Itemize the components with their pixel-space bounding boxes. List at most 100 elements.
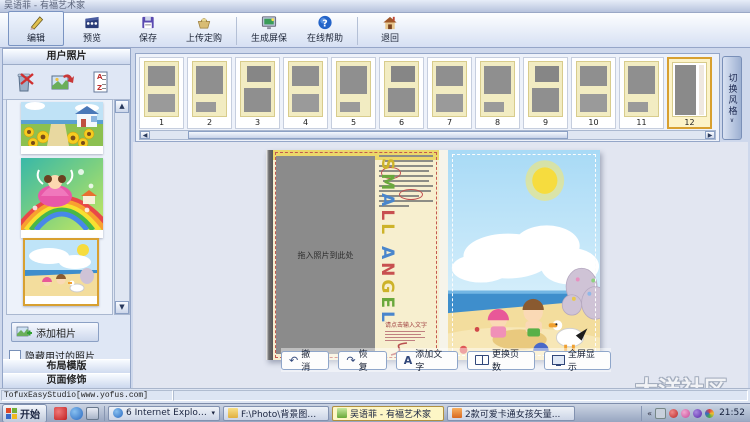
redo-button[interactable]: ↷ 恢 复	[338, 351, 386, 370]
exit-button[interactable]: 退回	[362, 11, 418, 46]
scrollbar-thumb[interactable]	[188, 131, 568, 139]
page-thumb-8[interactable]: 8	[475, 57, 520, 129]
page-preview	[576, 61, 611, 117]
yofus-app-icon	[337, 408, 347, 418]
pages-thumbnails: 123456789101112	[139, 57, 716, 129]
chevron-down-icon: ▾	[211, 409, 215, 417]
photo-list-scrollbar[interactable]: ▲ ▼	[114, 99, 130, 315]
photo-margin	[21, 230, 103, 238]
photo-margin	[25, 296, 97, 304]
screensaver-button[interactable]: 生成屏保	[241, 11, 297, 46]
status-bar: TofuxEasyStudio[www.yofus.com]	[0, 388, 750, 403]
rainbow-fairy-image	[21, 158, 103, 230]
edit-button[interactable]: 编辑	[8, 11, 64, 46]
delete-photo-icon[interactable]	[11, 70, 37, 94]
page-thumb-1[interactable]: 1	[139, 57, 184, 129]
page-number: 3	[255, 118, 260, 127]
undo-button[interactable]: ↶ 撤 消	[281, 351, 329, 370]
undo-icon: ↶	[289, 355, 298, 366]
page-thumb-7[interactable]: 7	[427, 57, 472, 129]
ie-icon	[113, 408, 123, 418]
help-globe-icon: ?	[316, 14, 334, 31]
toolbar-separator	[357, 17, 358, 45]
add-photo-button[interactable]: 添加相片	[11, 322, 99, 342]
page-thumb-3[interactable]: 3	[235, 57, 280, 129]
album-spine	[266, 150, 273, 360]
page-preview	[384, 61, 419, 117]
page-thumb-9[interactable]: 9	[523, 57, 568, 129]
tray-printer-icon[interactable]	[655, 408, 666, 419]
page-thumb-2[interactable]: 2	[187, 57, 232, 129]
fullscreen-button[interactable]: 全屏显示	[544, 351, 611, 370]
fullscreen-icon	[552, 355, 565, 365]
start-button[interactable]: 开始	[2, 404, 47, 422]
photo-thumb-rainbow-fairy[interactable]	[21, 158, 103, 238]
page-number: 11	[636, 118, 646, 127]
page-number: 4	[303, 118, 308, 127]
online-help-button[interactable]: ? 在线帮助	[297, 11, 353, 46]
taskbar-yofus-button[interactable]: 吴语菲 - 有福艺术家	[332, 406, 444, 421]
beach-scene-image	[448, 150, 600, 360]
ie-icon[interactable]	[70, 407, 83, 420]
album-right-page[interactable]	[448, 150, 600, 360]
status-text: TofuxEasyStudio[www.yofus.com]	[1, 390, 173, 401]
sort-photos-icon[interactable]: AZ	[87, 70, 113, 94]
beach-kids-image	[25, 240, 97, 296]
status-spacer	[173, 390, 748, 401]
tray-purple-icon[interactable]	[693, 409, 702, 418]
taskbar-vector-girls-button[interactable]: 2款可爱卡通女孩矢量...	[447, 406, 575, 421]
page-thumb-5[interactable]: 5	[331, 57, 376, 129]
show-desktop-icon[interactable]	[86, 407, 99, 420]
tray-color-icon[interactable]	[705, 409, 714, 418]
preview-button[interactable]: 预览	[64, 11, 120, 46]
save-button[interactable]: 保存	[120, 11, 176, 46]
redo-icon: ↷	[346, 355, 355, 366]
tray-red-icon[interactable]	[669, 409, 678, 418]
page-decorate-bar[interactable]: 页面修饰	[3, 373, 130, 389]
tray-chevron-icon[interactable]: «	[647, 409, 652, 418]
user-photos-header: 用户照片	[3, 49, 130, 65]
change-pages-button[interactable]: 更换页数	[467, 351, 535, 370]
switch-style-handle[interactable]: 切换风格 ∨	[722, 56, 742, 140]
scroll-down-button[interactable]: ▼	[115, 301, 129, 314]
desktop-screen: 吴语菲 - 有福艺术家 编辑 预览 保存 上传定购 生成屏保 ? 在线帮助	[0, 0, 750, 422]
user-photos-panel: 用户照片 AZ	[2, 48, 131, 388]
page-preview	[192, 61, 227, 117]
floppy-icon	[139, 14, 157, 31]
qq-icon[interactable]	[54, 407, 67, 420]
album-left-page[interactable]: 拖入照片到此处 SMALL ANGEL 请点击输入文字	[273, 150, 439, 360]
page-preview	[288, 61, 323, 117]
taskbar-ie-group-button[interactable]: 6 Internet Explorer ▾	[108, 406, 220, 421]
pages-scrollbar[interactable]: ◀ ▶	[139, 130, 716, 140]
page-number: 9	[543, 118, 548, 127]
page-number: 5	[351, 118, 356, 127]
add-text-button[interactable]: A 添加文字	[396, 351, 459, 370]
basket-icon	[195, 14, 213, 31]
page-thumb-12[interactable]: 12	[667, 57, 712, 129]
page-number: 8	[495, 118, 500, 127]
scroll-up-button[interactable]: ▲	[115, 100, 129, 113]
page-thumb-6[interactable]: 6	[379, 57, 424, 129]
tray-pink-icon[interactable]	[681, 409, 690, 418]
page-thumb-4[interactable]: 4	[283, 57, 328, 129]
photo-drop-zone[interactable]: 拖入照片到此处	[276, 156, 375, 354]
sunflower-house-image	[21, 102, 103, 146]
folder-icon	[228, 408, 238, 418]
page-number: 6	[399, 118, 404, 127]
page-thumb-10[interactable]: 10	[571, 57, 616, 129]
photo-thumb-sunflower-house[interactable]	[21, 102, 103, 154]
rotate-photo-icon[interactable]	[49, 70, 75, 94]
chevron-down-icon: ∨	[730, 117, 734, 124]
scroll-right-button[interactable]: ▶	[705, 131, 715, 139]
edit-canvas: 拖入照片到此处 SMALL ANGEL 请点击输入文字	[133, 142, 748, 388]
main-toolbar: 编辑 预览 保存 上传定购 生成屏保 ? 在线帮助 退回	[0, 13, 750, 48]
page-thumb-11[interactable]: 11	[619, 57, 664, 129]
upload-order-button[interactable]: 上传定购	[176, 11, 232, 46]
photo-thumb-beach-kids[interactable]	[23, 238, 99, 306]
scroll-left-button[interactable]: ◀	[140, 131, 150, 139]
pencil-icon	[27, 14, 45, 31]
page-preview	[336, 61, 371, 117]
page-fold	[439, 150, 448, 360]
taskbar-folder-button[interactable]: F:\Photo\背景图片素...	[223, 406, 329, 421]
photo-margin	[21, 146, 103, 154]
